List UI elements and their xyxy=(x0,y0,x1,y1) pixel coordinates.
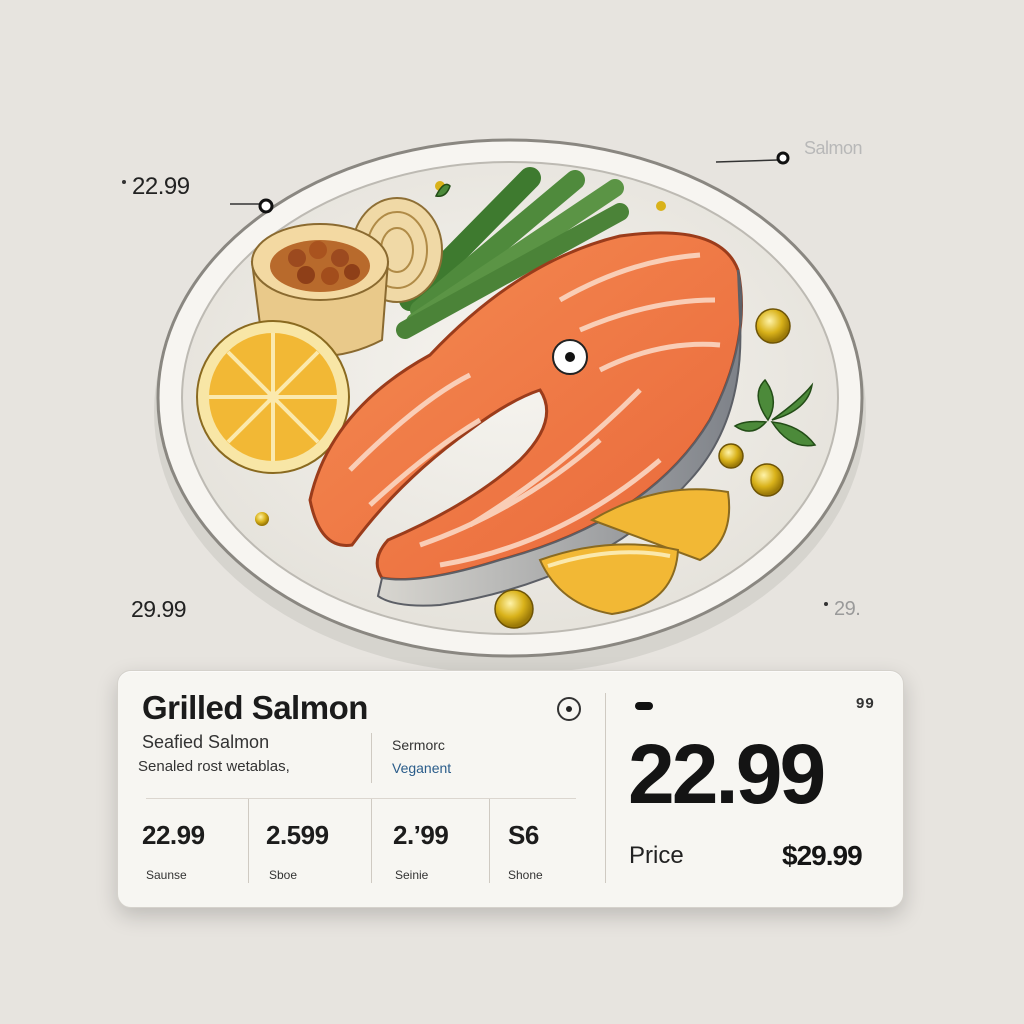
size-option-label: Seinie xyxy=(395,868,429,882)
dish-subtitle: Seafied Salmon xyxy=(142,732,270,752)
divider xyxy=(371,733,372,783)
size-option-price[interactable]: 2.599 xyxy=(266,820,329,851)
size-option-label: Shone xyxy=(508,868,543,882)
info-circle-icon[interactable] xyxy=(557,697,581,721)
divider xyxy=(248,799,249,883)
dish-description: Senaled rost wetablas, xyxy=(138,758,290,775)
callout-dot-icon xyxy=(776,151,790,165)
dish-diet-tag: Veganent xyxy=(392,760,452,776)
callout-ghost-label: Salmon xyxy=(804,138,863,158)
dish-title: Grilled Salmon xyxy=(142,689,368,726)
callout-price-top-left: 22.99 xyxy=(132,173,190,200)
divider xyxy=(605,693,606,883)
callout-price-mid-left: 29.99 xyxy=(131,596,187,622)
corner-marks: 99 xyxy=(856,695,875,712)
dash-mark xyxy=(635,702,653,710)
alternate-price: $29.99 xyxy=(782,840,863,871)
dish-tag-line: Sermorc xyxy=(392,737,445,753)
size-option-price[interactable]: 2.’99 xyxy=(393,820,449,851)
divider xyxy=(371,799,372,883)
main-price: 22.99 xyxy=(628,727,826,821)
divider xyxy=(489,799,490,883)
divider xyxy=(146,798,576,799)
size-option-label: Saunse xyxy=(146,868,187,882)
menu-item-card[interactable]: Grilled Salmon Seafied Salmon Senaled ro… xyxy=(117,670,904,908)
lemon-slice-left xyxy=(196,320,350,474)
price-label: Price xyxy=(629,842,684,869)
size-option-price[interactable]: S6 xyxy=(508,820,539,851)
size-option-price[interactable]: 22.99 xyxy=(142,820,205,851)
callout-price-right: 29. xyxy=(834,598,861,620)
size-option-label: Sboe xyxy=(269,868,298,882)
info-dot xyxy=(566,706,572,712)
callout-dot-icon xyxy=(258,198,274,214)
